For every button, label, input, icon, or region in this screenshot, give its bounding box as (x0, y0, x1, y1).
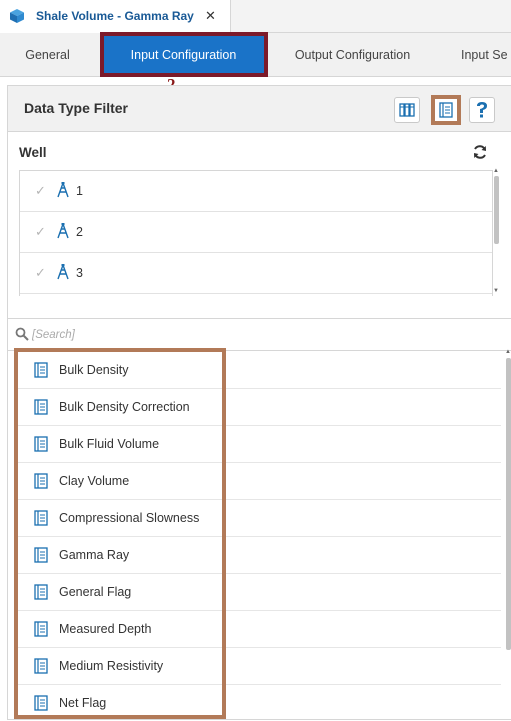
data-type-icon (34, 362, 48, 378)
columns-button[interactable] (394, 97, 420, 123)
tab-input-settings[interactable]: Input Se (461, 33, 511, 77)
help-icon (477, 102, 487, 118)
data-type-icon (34, 510, 48, 526)
data-type-label: Bulk Density Correction (59, 400, 190, 414)
data-type-icon (34, 547, 48, 563)
well-rig-icon (57, 182, 69, 198)
data-type-label: Measured Depth (59, 622, 152, 636)
data-type-item[interactable]: Measured Depth (17, 611, 501, 648)
well-name: 1 (76, 184, 83, 198)
data-type-button[interactable] (431, 95, 461, 125)
data-type-item[interactable]: General Flag (17, 574, 501, 611)
well-list-scrollbar[interactable]: ▲ ▼ (492, 168, 500, 296)
data-type-list: Bulk Density Bulk Density Correction Bulk … (8, 352, 502, 721)
data-type-icon (34, 621, 48, 637)
document-tab[interactable]: Shale Volume - Gamma Ray ✕ (0, 0, 231, 33)
scrollbar-thumb[interactable] (494, 176, 499, 244)
well-list: ✓ 1 ✓ 2 ✓ 3 (19, 170, 493, 296)
data-type-item[interactable]: Bulk Fluid Volume (17, 426, 501, 463)
data-type-item[interactable]: Compressional Slowness (17, 500, 501, 537)
tab-input-configuration[interactable]: Input Configuration (100, 33, 267, 77)
data-type-item[interactable]: Net Flag (17, 685, 501, 721)
well-rig-icon (57, 223, 69, 239)
well-row[interactable]: ✓ 2 (20, 212, 492, 253)
search-input[interactable] (32, 325, 472, 345)
data-type-label: Bulk Density (59, 363, 129, 377)
data-type-label: Net Flag (59, 696, 107, 710)
data-type-label: Clay Volume (59, 474, 130, 488)
well-name: 3 (76, 266, 83, 280)
search-icon (15, 327, 29, 341)
columns-icon (399, 103, 415, 117)
well-row[interactable]: ✓ 3 (20, 253, 492, 294)
configuration-tabs: General Input Configuration Output Confi… (0, 33, 511, 77)
data-type-icon (439, 102, 453, 118)
data-type-list-scrollbar[interactable]: ▲ (505, 349, 511, 721)
document-tab-title: Shale Volume - Gamma Ray (36, 9, 194, 23)
data-type-icon (34, 436, 48, 452)
data-type-item[interactable]: Bulk Density Correction (17, 389, 501, 426)
scrollbar-thumb[interactable] (506, 358, 511, 650)
check-icon[interactable]: ✓ (35, 265, 46, 281)
data-type-label: Medium Resistivity (59, 659, 164, 673)
help-button[interactable] (469, 97, 495, 123)
data-type-label: Bulk Fluid Volume (59, 437, 160, 451)
data-type-icon (34, 658, 48, 674)
data-type-item[interactable]: Clay Volume (17, 463, 501, 500)
data-type-icon (34, 399, 48, 415)
document-tab-bar: Shale Volume - Gamma Ray ✕ (0, 0, 511, 33)
data-type-label: General Flag (59, 585, 132, 599)
scroll-up-icon[interactable]: ▲ (505, 349, 511, 355)
data-type-label: Compressional Slowness (59, 511, 200, 525)
close-icon[interactable]: ✕ (205, 8, 216, 24)
tab-output-configuration[interactable]: Output Configuration (270, 33, 435, 77)
check-icon[interactable]: ✓ (35, 224, 46, 240)
data-type-label: Gamma Ray (59, 548, 130, 562)
cube-icon (10, 9, 24, 23)
search-bar (8, 318, 511, 351)
scroll-up-icon[interactable]: ▲ (493, 168, 499, 174)
check-icon[interactable]: ✓ (35, 183, 46, 199)
well-row[interactable]: ✓ 1 (20, 171, 492, 212)
well-name: 2 (76, 225, 83, 239)
panel-title: Data Type Filter (24, 100, 128, 116)
well-label: Well (19, 145, 47, 160)
data-type-item[interactable]: Medium Resistivity (17, 648, 501, 685)
well-rig-icon (57, 264, 69, 280)
refresh-icon[interactable] (472, 144, 488, 160)
data-type-icon (34, 695, 48, 711)
data-type-filter-panel: Data Type Filter Well ✓ 1 ✓ 2 ✓ 3 ▲ ▼ [S… (7, 85, 511, 720)
data-type-item[interactable]: Bulk Density (17, 352, 501, 389)
data-type-item[interactable]: Gamma Ray (17, 537, 501, 574)
scroll-down-icon[interactable]: ▼ (493, 288, 499, 294)
data-type-icon (34, 584, 48, 600)
panel-header: Data Type Filter (8, 86, 511, 132)
tab-general[interactable]: General (0, 33, 95, 77)
data-type-icon (34, 473, 48, 489)
